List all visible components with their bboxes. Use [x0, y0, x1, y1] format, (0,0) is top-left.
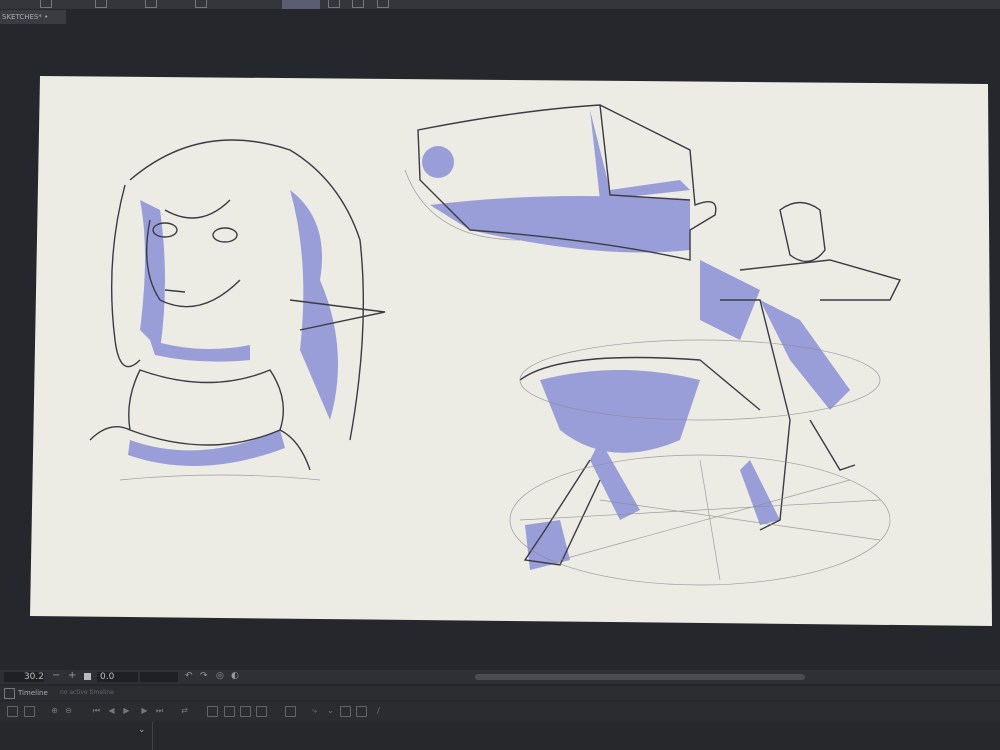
- light-table-icon[interactable]: [340, 706, 351, 717]
- track-divider[interactable]: [152, 722, 153, 750]
- onion-skin-icon[interactable]: [285, 706, 296, 717]
- first-frame-icon[interactable]: ⏮: [92, 706, 101, 715]
- cel-icon[interactable]: [240, 706, 251, 717]
- rotation-slider[interactable]: [140, 672, 178, 682]
- timeline-secondary-label: no active timeline: [60, 689, 114, 696]
- next-frame-icon[interactable]: ▶: [140, 706, 149, 715]
- rotate-right-icon[interactable]: ↷: [200, 671, 208, 681]
- timeline-settings-icon[interactable]: [24, 706, 35, 717]
- pen-icon[interactable]: ∕: [374, 706, 383, 715]
- timeline-tracks: [0, 722, 1000, 750]
- timeline-tab-label[interactable]: Timeline: [18, 686, 48, 700]
- layer-icon[interactable]: [356, 706, 367, 717]
- zoom-out-icon[interactable]: ⊖: [64, 706, 73, 715]
- cel-icon[interactable]: [256, 706, 267, 717]
- timeline-toolbar: [0, 702, 1000, 722]
- flip-icon[interactable]: ◐: [231, 671, 239, 681]
- zoom-field[interactable]: 30.2: [4, 672, 44, 682]
- fit-button[interactable]: [84, 673, 91, 680]
- zoom-in-button[interactable]: +: [68, 670, 76, 681]
- prev-frame-icon[interactable]: ◀: [107, 706, 116, 715]
- play-icon[interactable]: ▶: [122, 706, 131, 715]
- last-frame-icon[interactable]: ⏭: [155, 706, 164, 715]
- timeline-panel-header: Timeline no active timeline: [0, 686, 1000, 700]
- chevron-down-icon[interactable]: ⌄: [138, 725, 146, 735]
- loop-icon[interactable]: ⇄: [180, 706, 189, 715]
- zoom-out-button[interactable]: −: [52, 670, 60, 681]
- zoom-in-icon[interactable]: ⊕: [50, 706, 59, 715]
- cel-icon[interactable]: [224, 706, 235, 717]
- chevron-down-icon[interactable]: ⌄: [326, 706, 335, 715]
- camera-icon[interactable]: ⤷: [310, 706, 319, 715]
- new-timeline-icon[interactable]: [7, 706, 18, 717]
- sketch-artwork: [89, 104, 902, 586]
- timeline-icon: [4, 688, 15, 699]
- reset-rotation-icon[interactable]: ◎: [216, 671, 224, 681]
- new-cel-icon[interactable]: [207, 706, 218, 717]
- horizontal-scrollbar[interactable]: [475, 674, 805, 680]
- rotate-left-icon[interactable]: ↶: [185, 671, 193, 681]
- rotation-field[interactable]: 0.0: [97, 672, 138, 682]
